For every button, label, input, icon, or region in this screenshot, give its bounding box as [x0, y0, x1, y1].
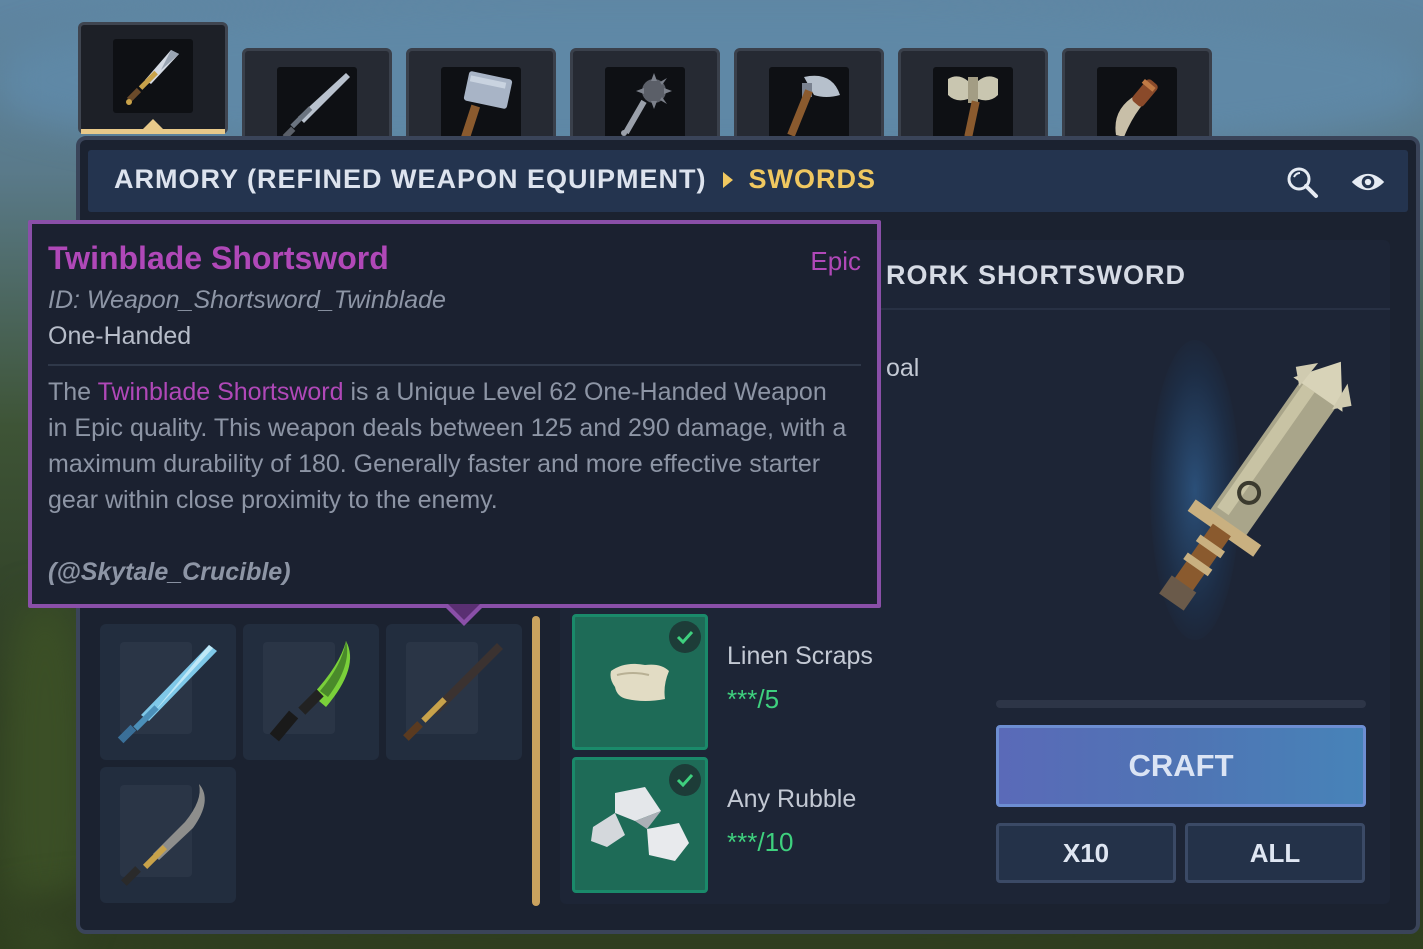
recipe-subtext: oal: [886, 354, 920, 382]
breadcrumb-current: SWORDS: [748, 164, 877, 194]
tab-swords[interactable]: [78, 22, 228, 134]
mace-icon: [621, 73, 672, 136]
tooltip-desc-pre: The: [48, 378, 98, 406]
curved-sword-icon: [121, 784, 205, 886]
ingredient-slot-linen[interactable]: [572, 614, 708, 750]
panel-header: ARMORY (REFINED WEAPON EQUIPMENT) SWORDS: [88, 150, 1408, 212]
eye-icon[interactable]: [1350, 164, 1386, 200]
tab-thumb: [769, 67, 849, 141]
craft-all-button[interactable]: ALL: [1185, 823, 1365, 883]
search-icon[interactable]: [1284, 164, 1320, 200]
checkmark-icon: [669, 621, 701, 653]
recipe-slot[interactable]: [100, 767, 236, 903]
tooltip-author: (@Skytale_Crucible): [48, 558, 291, 586]
recipe-slot[interactable]: [243, 624, 379, 760]
tab-thumb: [605, 67, 685, 141]
tab-thumb: [113, 39, 193, 113]
tab-thumb: [441, 67, 521, 141]
tab-thumb: [1097, 67, 1177, 141]
tab-hammers[interactable]: [406, 48, 556, 148]
ingredient-name: Linen Scraps: [727, 642, 873, 670]
tooltip-desc-item-name: Twinblade Shortsword: [97, 378, 344, 406]
rubble-icon: [591, 787, 689, 861]
item-tooltip: Twinblade Shortsword Epic ID: Weapon_Sho…: [28, 220, 881, 626]
tooltip-item-id: ID: Weapon_Shortsword_Twinblade: [48, 286, 446, 314]
dagger-icon: [126, 50, 179, 105]
dark-longsword-icon: [403, 643, 503, 741]
tab-thumb: [933, 67, 1013, 141]
tab-thumb: [277, 67, 357, 141]
craft-progress-bar: [996, 700, 1366, 708]
tab-longswords[interactable]: [242, 48, 392, 148]
tab-greataxes[interactable]: [898, 48, 1048, 148]
recipe-list-scrollbar[interactable]: [532, 616, 540, 906]
shortsword-preview-icon: [1159, 361, 1352, 611]
recipe-slot[interactable]: [386, 624, 522, 760]
tooltip-description: The Twinblade Shortsword is a Unique Lev…: [48, 374, 848, 518]
longsword-icon: [282, 73, 350, 139]
ingredient-slot-rubble[interactable]: [572, 757, 708, 893]
tooltip-rarity: Epic: [810, 246, 861, 276]
green-blade-icon: [269, 641, 351, 742]
breadcrumb-category[interactable]: ARMORY (REFINED WEAPON EQUIPMENT): [114, 164, 707, 195]
weapon-preview: [1120, 330, 1370, 650]
tooltip-pointer-inner: [448, 604, 480, 620]
breadcrumb-arrow-icon: [722, 171, 733, 188]
ice-sword-icon: [117, 645, 217, 744]
linen-scraps-icon: [610, 663, 669, 701]
ingredient-name: Any Rubble: [727, 785, 857, 813]
checkmark-icon: [669, 764, 701, 796]
tab-maces[interactable]: [570, 48, 720, 148]
breadcrumb: ARMORY (REFINED WEAPON EQUIPMENT) SWORDS: [114, 164, 876, 195]
tab-knives[interactable]: [1062, 48, 1212, 148]
knife-icon: [1115, 78, 1158, 137]
active-tab-caret: [142, 119, 164, 130]
tab-axes[interactable]: [734, 48, 884, 148]
axe-icon: [787, 75, 840, 137]
ingredient-quantity: ***/10: [727, 827, 794, 857]
tooltip-title: Twinblade Shortsword: [48, 240, 389, 276]
hammer-icon: [460, 71, 513, 139]
double-axe-icon: [948, 76, 998, 138]
recipe-slot[interactable]: [100, 624, 236, 760]
ingredient-quantity: ***/5: [727, 684, 780, 714]
craft-x10-button[interactable]: X10: [996, 823, 1176, 883]
tooltip-divider: [48, 364, 861, 366]
recipe-title: RORK SHORTSWORD: [886, 260, 1186, 290]
craft-button[interactable]: CRAFT: [996, 725, 1366, 807]
tooltip-item-type: One-Handed: [48, 322, 192, 350]
